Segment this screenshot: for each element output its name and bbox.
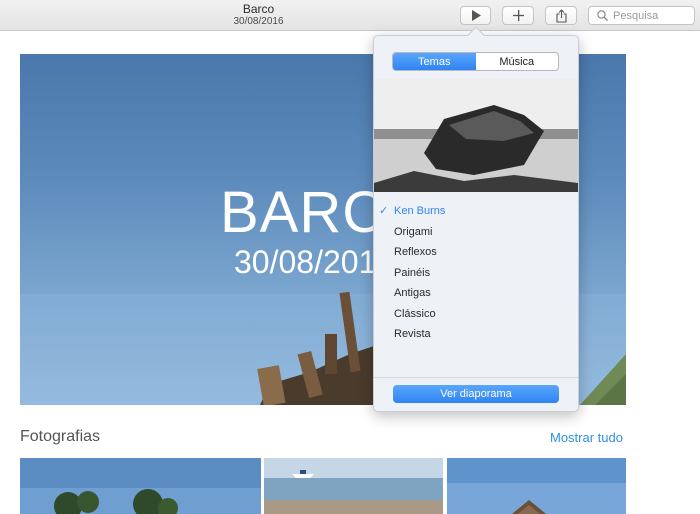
add-button[interactable] bbox=[502, 6, 534, 25]
photos-section-title: Fotografias bbox=[20, 428, 101, 445]
play-slideshow-button[interactable] bbox=[460, 6, 491, 25]
theme-label: Origami bbox=[394, 225, 433, 238]
photo-thumbnail[interactable] bbox=[20, 458, 261, 514]
play-icon bbox=[471, 10, 481, 21]
checkmark-icon: ✓ bbox=[379, 205, 389, 217]
theme-preview-image bbox=[374, 79, 578, 192]
tab-music[interactable]: Música bbox=[476, 53, 559, 70]
theme-item-reflexos[interactable]: Reflexos bbox=[374, 242, 578, 263]
theme-label: Clássico bbox=[394, 307, 436, 320]
window-subtitle: 30/08/2016 bbox=[233, 16, 284, 27]
theme-list: ✓ Ken Burns Origami Reflexos Painéis Ant… bbox=[374, 201, 578, 345]
photo-hut bbox=[447, 458, 626, 514]
theme-item-origami[interactable]: Origami bbox=[374, 222, 578, 243]
memory-date: 30/08/2016 bbox=[234, 244, 395, 280]
tab-themes[interactable]: Temas bbox=[393, 53, 476, 70]
theme-item-paineis[interactable]: Painéis bbox=[374, 263, 578, 284]
view-slideshow-button[interactable]: Ver diaporama bbox=[393, 385, 559, 403]
theme-item-ken-burns[interactable]: ✓ Ken Burns bbox=[374, 201, 578, 222]
theme-label: Painéis bbox=[394, 266, 431, 279]
magnifier-icon bbox=[597, 10, 608, 21]
search-placeholder: Pesquisa bbox=[613, 9, 659, 22]
share-button[interactable] bbox=[545, 6, 577, 25]
theme-label: Revista bbox=[394, 328, 431, 340]
window-title-block: Barco 30/08/2016 bbox=[200, 2, 317, 28]
window-title: Barco bbox=[242, 2, 275, 16]
popover-segmented-control: Temas Música bbox=[392, 52, 559, 71]
plus-icon bbox=[512, 10, 524, 21]
photo-thumbnail[interactable] bbox=[447, 458, 626, 514]
theme-label: Ken Burns bbox=[394, 205, 446, 217]
search-field[interactable]: Pesquisa bbox=[588, 6, 695, 25]
theme-label: Reflexos bbox=[394, 246, 437, 258]
photo-thumbnail[interactable] bbox=[264, 458, 443, 514]
photos-app-window: Barco 30/08/2016 Pesquisa BARCO 30/08/20… bbox=[0, 0, 700, 514]
slideshow-popover: Temas Música ✓ Ken Burns Origami Reflexo… bbox=[373, 26, 579, 412]
theme-item-classico[interactable]: Clássico bbox=[374, 304, 578, 325]
preview-wreck-photo bbox=[374, 79, 578, 192]
toolbar: Barco 30/08/2016 Pesquisa bbox=[0, 0, 700, 31]
theme-label: Antigas bbox=[394, 287, 431, 299]
popover-divider bbox=[374, 377, 578, 378]
photo-boat-beach bbox=[264, 458, 443, 514]
theme-item-antigas[interactable]: Antigas bbox=[374, 283, 578, 304]
photo-trees bbox=[20, 458, 261, 514]
show-all-link[interactable]: Mostrar tudo bbox=[550, 430, 623, 445]
share-icon bbox=[555, 8, 567, 23]
theme-item-revista[interactable]: Revista bbox=[374, 324, 578, 345]
